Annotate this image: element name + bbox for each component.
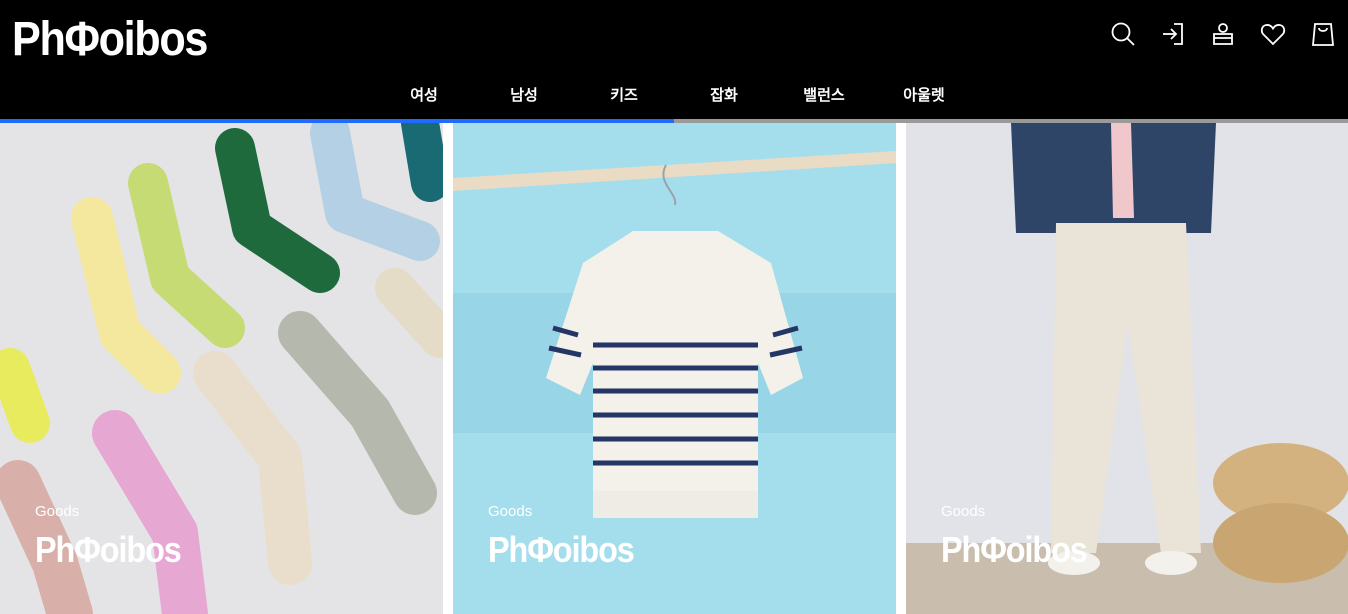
login-icon[interactable] [1158, 16, 1188, 52]
slide-title: PhΦoibos [35, 529, 182, 570]
slide-caption: Goods PhΦoibos [941, 502, 1103, 570]
cart-icon[interactable] [1308, 16, 1338, 52]
nav-item-outlet[interactable]: 아울렛 [874, 84, 974, 105]
slide-caption: Goods PhΦoibos [488, 502, 650, 570]
slide-subtitle: Goods [35, 503, 80, 520]
nav-item-goods[interactable]: 잡화 [674, 84, 774, 105]
account-icon[interactable] [1208, 16, 1238, 52]
main-nav: 여성 남성 키즈 잡화 밸런스 아울렛 [374, 84, 974, 105]
nav-item-kids[interactable]: 키즈 [574, 84, 674, 105]
brand-logo[interactable]: PhΦoibos [12, 10, 208, 70]
search-icon[interactable] [1108, 16, 1138, 52]
nav-item-women[interactable]: 여성 [374, 84, 474, 105]
slide-caption: Goods PhΦoibos [35, 502, 197, 570]
slide-subtitle: Goods [488, 503, 533, 520]
slide-polo[interactable]: Goods PhΦoibos [453, 123, 896, 614]
nav-item-balance[interactable]: 밸런스 [774, 84, 874, 105]
header-icons [1108, 16, 1338, 52]
slide-title: PhΦoibos [488, 529, 635, 570]
slide-chinos[interactable]: Goods PhΦoibos [906, 123, 1348, 614]
hero-slider: Goods PhΦoibos Goods PhΦoibos Goods PhΦo… [0, 123, 1348, 614]
slide-subtitle: Goods [941, 503, 986, 520]
slide-title: PhΦoibos [941, 529, 1088, 570]
slide-socks[interactable]: Goods PhΦoibos [0, 123, 443, 614]
site-header: PhΦoibos 여성 남성 키즈 잡화 밸런스 아울렛 [0, 0, 1348, 120]
nav-item-men[interactable]: 남성 [474, 84, 574, 105]
wishlist-icon[interactable] [1258, 16, 1288, 52]
